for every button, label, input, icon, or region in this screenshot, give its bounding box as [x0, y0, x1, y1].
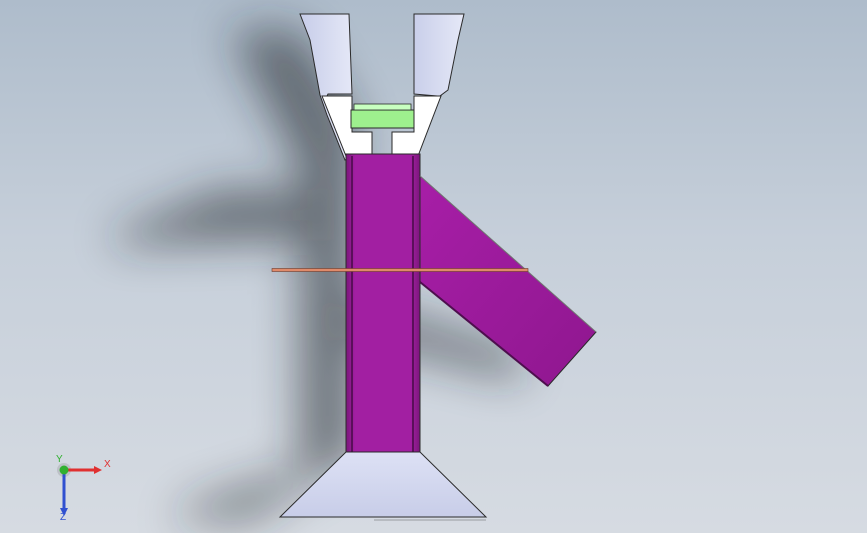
- vertical-post[interactable]: [345, 153, 421, 453]
- green-block-top: [353, 103, 412, 111]
- triad-x-arrow-icon: [94, 466, 102, 474]
- triad-z-label: Z: [60, 512, 66, 522]
- orientation-triad[interactable]: X Y Z: [46, 452, 116, 522]
- cad-viewport[interactable]: X Y Z: [0, 0, 867, 533]
- green-block[interactable]: [350, 109, 415, 129]
- model-scene[interactable]: [0, 0, 867, 533]
- thin-rod[interactable]: [271, 268, 529, 272]
- triad-x-label: X: [104, 459, 111, 470]
- triad-y-axis-icon: [59, 465, 69, 475]
- triad-y-label: Y: [56, 454, 63, 465]
